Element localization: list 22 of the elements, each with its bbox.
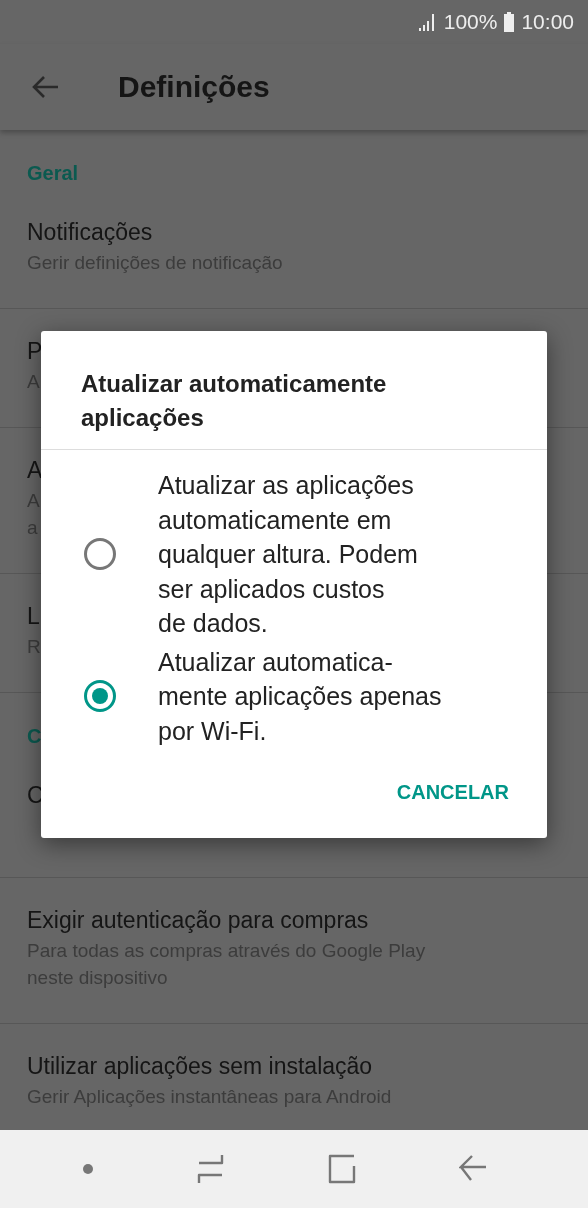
back-arrow-icon[interactable]: [31, 75, 59, 99]
dialog-title: Atualizar automaticamente aplicações: [41, 331, 547, 450]
setting-title[interactable]: L: [27, 603, 40, 629]
dot-icon[interactable]: [81, 1163, 94, 1175]
clock: 10:00: [521, 10, 574, 34]
page-title: Definições: [118, 70, 270, 104]
setting-title[interactable]: P: [27, 338, 43, 364]
radio-button-checked[interactable]: [83, 679, 117, 714]
section-header: C: [27, 725, 42, 747]
setting-title[interactable]: A: [27, 457, 43, 483]
radio-button[interactable]: [83, 537, 117, 572]
setting-title[interactable]: Exigir autenticação para compras: [27, 907, 369, 933]
battery-percent: 100%: [443, 10, 498, 34]
section-header: Geral: [27, 162, 79, 184]
setting-title[interactable]: Notificações: [27, 219, 153, 245]
home-icon[interactable]: [327, 1154, 356, 1184]
option-label[interactable]: Atualizar as aplicações automaticamente em qualquer altura. Podem ser aplicados custos de dados.: [158, 468, 418, 641]
cancel-button[interactable]: CANCELAR: [386, 773, 519, 812]
option-label[interactable]: Atualizar automatica- mente aplicações apenas por Wi-Fi.: [158, 644, 442, 748]
recent-apps-icon[interactable]: [196, 1154, 225, 1184]
setting-title[interactable]: Utilizar aplicações sem instalação: [27, 1053, 373, 1079]
battery-icon: [503, 12, 516, 32]
